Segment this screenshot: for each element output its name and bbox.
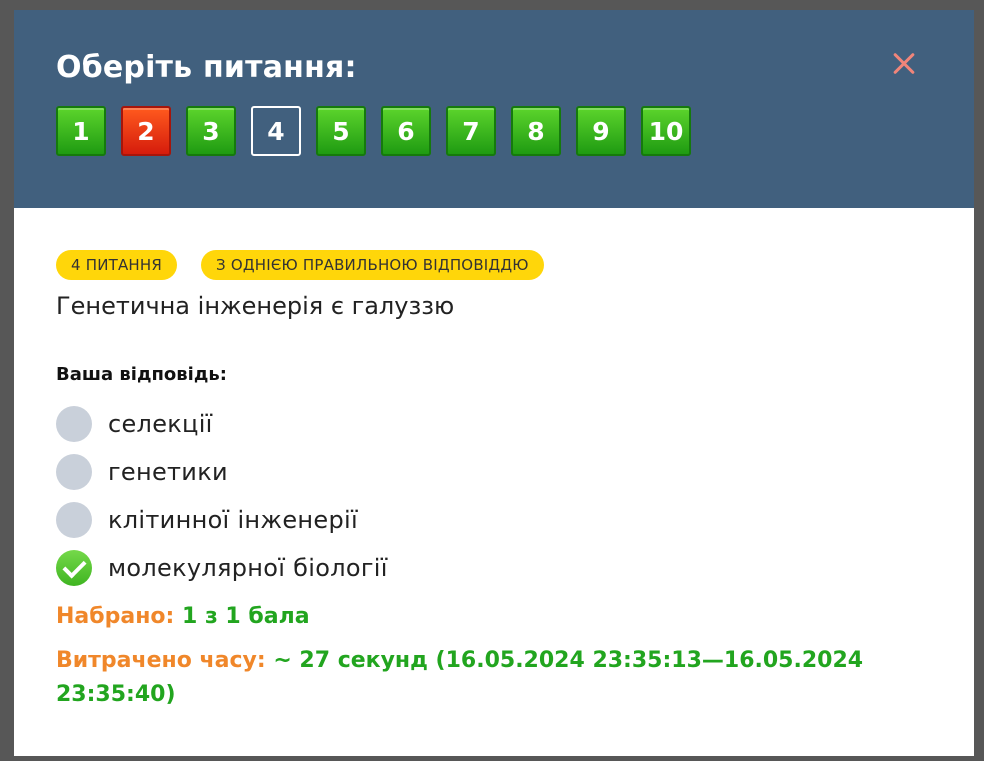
- radio-circle-icon[interactable]: [56, 406, 92, 442]
- question-button-6[interactable]: 6: [381, 106, 431, 156]
- answer-options: селекції генетики клітинної інженерії молек…: [56, 400, 388, 592]
- modal-title: Оберіть питання:: [56, 50, 357, 85]
- score-value: 1 з 1 бала: [182, 604, 310, 629]
- question-button-9[interactable]: 9: [576, 106, 626, 156]
- question-number-badge: 4 ПИТАННЯ: [56, 250, 178, 280]
- radio-circle-icon[interactable]: [56, 502, 92, 538]
- answer-option[interactable]: генетики: [56, 448, 388, 496]
- answer-option-text: молекулярної біології: [108, 554, 388, 582]
- question-type-badge: З ОДНІЄЮ ПРАВИЛЬНОЮ ВІДПОВІДДЮ: [201, 250, 544, 280]
- question-button-7[interactable]: 7: [446, 106, 496, 156]
- modal-header: Оберіть питання: 1 2 3 4 5 6 7 8 9 10: [14, 10, 974, 208]
- answer-option[interactable]: молекулярної біології: [56, 544, 388, 592]
- answer-option-text: селекції: [108, 410, 213, 438]
- answer-option[interactable]: селекції: [56, 400, 388, 448]
- question-button-2[interactable]: 2: [121, 106, 171, 156]
- answer-option-text: клітинної інженерії: [108, 506, 358, 534]
- score-line: Набрано: 1 з 1 бала: [56, 604, 310, 629]
- answer-label: Ваша відповідь:: [56, 364, 227, 385]
- question-button-3[interactable]: 3: [186, 106, 236, 156]
- question-button-4[interactable]: 4: [251, 106, 301, 156]
- radio-circle-icon[interactable]: [56, 454, 92, 490]
- time-line: Витрачено часу: ~ 27 секунд (16.05.2024 …: [56, 644, 936, 712]
- question-text: Генетична інженерія є галуззю: [56, 292, 455, 320]
- time-label: Витрачено часу:: [56, 648, 266, 673]
- question-button-8[interactable]: 8: [511, 106, 561, 156]
- question-content: 4 ПИТАННЯ З ОДНІЄЮ ПРАВИЛЬНОЮ ВІДПОВІДДЮ…: [56, 250, 936, 707]
- question-badges: 4 ПИТАННЯ З ОДНІЄЮ ПРАВИЛЬНОЮ ВІДПОВІДДЮ: [56, 250, 936, 280]
- check-circle-icon[interactable]: [56, 550, 92, 586]
- answer-option-text: генетики: [108, 458, 228, 486]
- question-navigator: 1 2 3 4 5 6 7 8 9 10: [56, 106, 691, 156]
- close-icon[interactable]: [886, 46, 922, 82]
- answer-option[interactable]: клітинної інженерії: [56, 496, 388, 544]
- question-modal: Оберіть питання: 1 2 3 4 5 6 7 8 9 10 4 ПИТАННЯ З…: [14, 10, 974, 756]
- question-button-10[interactable]: 10: [641, 106, 691, 156]
- question-button-1[interactable]: 1: [56, 106, 106, 156]
- question-button-5[interactable]: 5: [316, 106, 366, 156]
- score-label: Набрано:: [56, 604, 175, 629]
